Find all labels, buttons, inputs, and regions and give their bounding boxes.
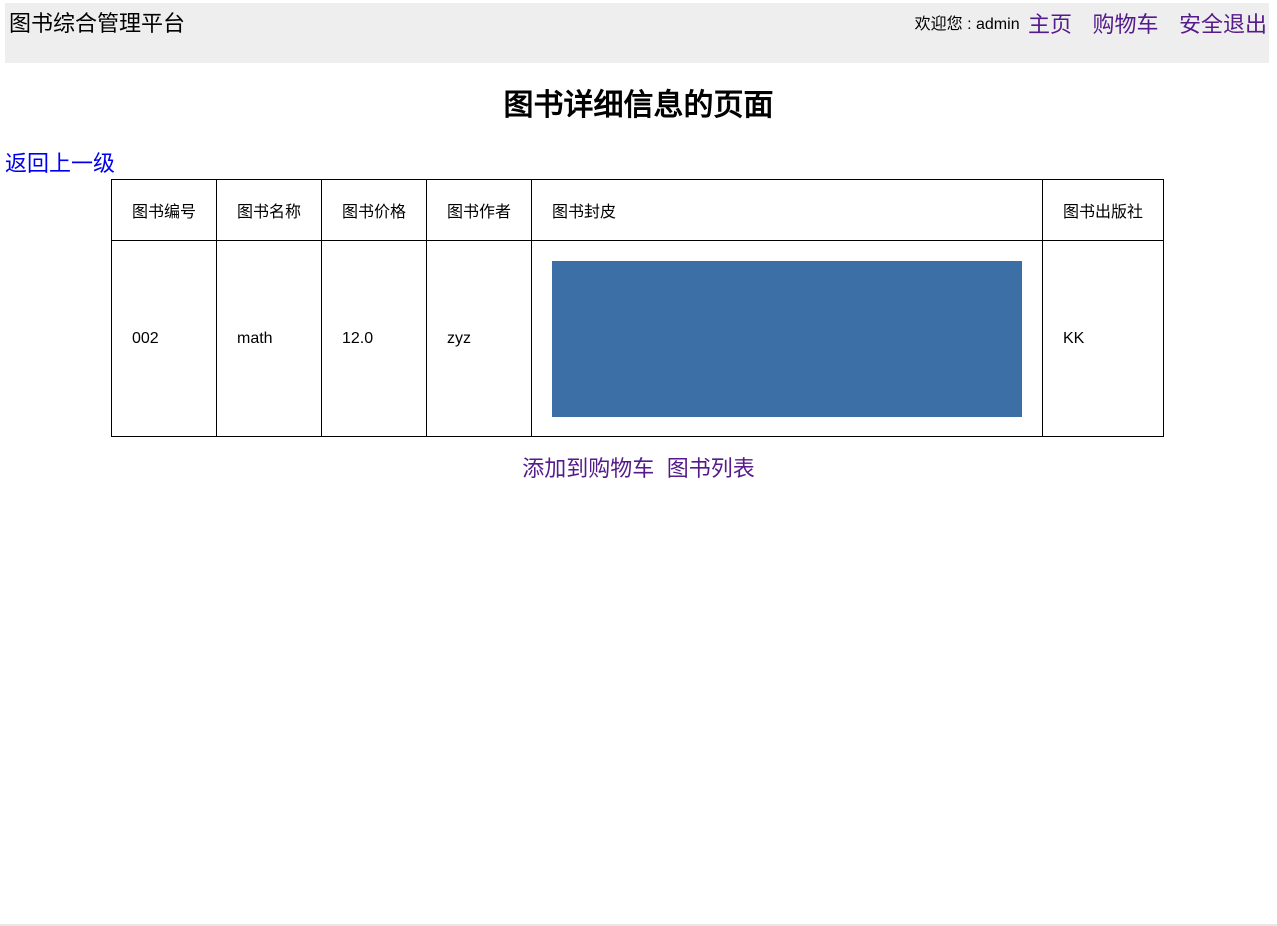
table-header-row: 图书编号 图书名称 图书价格 图书作者 图书封皮 图书出版社 bbox=[111, 179, 1164, 241]
welcome-text: 欢迎您 : admin bbox=[914, 16, 1020, 33]
cell-book-publisher: KK bbox=[1042, 240, 1164, 437]
header-book-id: 图书编号 bbox=[111, 179, 217, 241]
cart-link[interactable]: 购物车 bbox=[1093, 12, 1159, 37]
cell-book-name: math bbox=[216, 240, 322, 437]
home-link[interactable]: 主页 bbox=[1028, 12, 1072, 37]
add-to-cart-link[interactable]: 添加到购物车 bbox=[522, 456, 654, 481]
top-bar: 图书综合管理平台 欢迎您 : admin 主页 购物车 安全退出 bbox=[5, 3, 1269, 63]
cell-book-author: zyz bbox=[426, 240, 532, 437]
site-brand: 图书综合管理平台 bbox=[9, 11, 186, 36]
cell-book-price: 12.0 bbox=[321, 240, 427, 437]
header-book-publisher: 图书出版社 bbox=[1042, 179, 1164, 241]
book-list-link[interactable]: 图书列表 bbox=[667, 456, 755, 481]
back-link[interactable]: 返回上一级 bbox=[5, 150, 115, 178]
header-book-author: 图书作者 bbox=[426, 179, 532, 241]
cell-book-cover bbox=[531, 240, 1043, 437]
cell-book-id: 002 bbox=[111, 240, 217, 437]
book-cover-image bbox=[552, 260, 1022, 417]
table-row: 002 math 12.0 zyz KK bbox=[111, 240, 1164, 437]
page-title: 图书详细信息的页面 bbox=[503, 89, 774, 122]
book-detail-table: 图书编号 图书名称 图书价格 图书作者 图书封皮 图书出版社 002 math … bbox=[111, 179, 1164, 437]
action-links: 添加到购物车 图书列表 bbox=[0, 454, 1277, 487]
header-book-price: 图书价格 bbox=[321, 179, 427, 241]
header-book-name: 图书名称 bbox=[216, 179, 322, 241]
top-nav: 欢迎您 : admin 主页 购物车 安全退出 bbox=[915, 11, 1267, 39]
logout-link[interactable]: 安全退出 bbox=[1179, 12, 1267, 37]
header-book-cover: 图书封皮 bbox=[531, 179, 1043, 241]
